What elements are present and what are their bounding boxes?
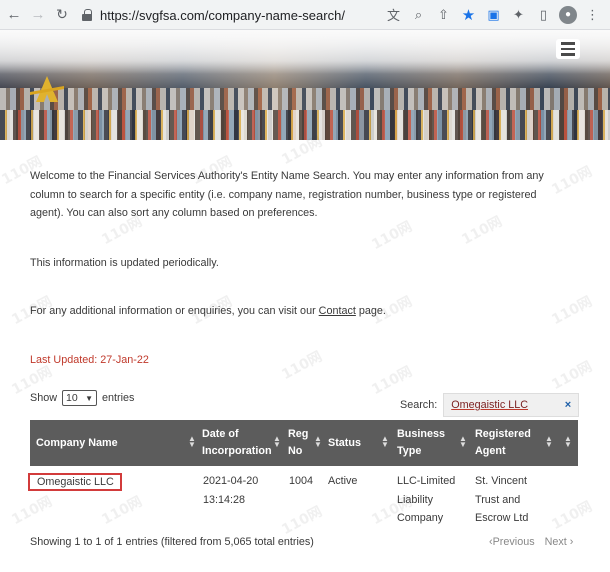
banner-city-lights (0, 110, 610, 140)
lock-icon (82, 9, 92, 21)
column-status[interactable]: Status (328, 420, 378, 466)
url-text[interactable]: https://svgfsa.com/company-name-search/ (100, 8, 345, 23)
puzzle-icon[interactable]: ✦ (509, 5, 528, 24)
sort-icon[interactable]: ▲ ▼ (314, 435, 322, 449)
bookmark-star-icon[interactable]: ★ (459, 5, 478, 24)
watermark: 110网 (279, 348, 325, 384)
next-button[interactable]: Next › (545, 536, 574, 548)
more-menu-icon[interactable]: ⋮ (583, 5, 602, 24)
search-value[interactable]: Omegaistic LLC (451, 399, 528, 411)
reload-icon[interactable]: ↻ (52, 5, 72, 25)
clear-search-icon[interactable]: × (565, 399, 571, 411)
column-registered-agent[interactable]: Registered Agent (475, 420, 535, 466)
sort-icon[interactable]: ▲ ▼ (188, 435, 196, 449)
extension-icon[interactable]: ▣ (484, 5, 503, 24)
address-bar[interactable]: https://svgfsa.com/company-name-search/ (82, 5, 370, 25)
column-reg-no[interactable]: Reg No (288, 420, 314, 466)
sort-icon[interactable]: ▲ ▼ (545, 435, 553, 449)
back-icon[interactable]: ← (4, 5, 24, 25)
last-updated: Last Updated: 27-Jan-22 (30, 354, 149, 366)
table-cell-date: 2021-04-20 13:14:28 (203, 475, 259, 506)
table-search: Search: Omegaistic LLC × (400, 393, 580, 417)
browser-toolbar: ← → ↻ https://svgfsa.com/company-name-se… (0, 0, 610, 30)
profile-avatar-icon[interactable]: ● (559, 5, 577, 24)
table-cell-business-type: LLC-Limited Liability Company (397, 475, 456, 524)
translate-icon[interactable]: 文 (384, 5, 403, 24)
forward-icon[interactable]: → (28, 5, 48, 25)
watermark: 110网 (549, 293, 595, 329)
watermark: 110网 (549, 358, 595, 394)
intro-paragraph: Welcome to the Financial Services Author… (30, 170, 544, 219)
page-length-control: Show 10 ▼ entries (30, 390, 134, 406)
chevron-down-icon: ▼ (85, 393, 94, 403)
contact-link[interactable]: Contact (319, 305, 356, 317)
table-header: Company Name ▲ ▼ Date of Incorporation ▲ ▼… (30, 420, 578, 466)
table-cell-registered-agent: St. Vincent Trust and Escrow Ltd (475, 475, 529, 524)
watermark: 110网 (9, 493, 55, 529)
hamburger-menu-icon[interactable] (556, 39, 580, 59)
watermark: 110网 (99, 493, 145, 529)
previous-button[interactable]: ‹Previous (489, 536, 535, 548)
update-note: This information is updated periodically… (30, 257, 219, 269)
fsa-logo-icon[interactable] (30, 76, 64, 104)
entries-select[interactable]: 10 ▼ (62, 390, 98, 406)
column-company-name[interactable]: Company Name (36, 420, 186, 466)
contact-paragraph: For any additional information or enquir… (30, 305, 386, 317)
watermark: 110网 (549, 498, 595, 534)
column-business-type[interactable]: Business Type (397, 420, 457, 466)
watermark: 110网 (279, 503, 325, 539)
table-info: Showing 1 to 1 of 1 entries (filtered fr… (30, 536, 314, 548)
column-date-of-incorporation[interactable]: Date of Incorporation (202, 420, 272, 466)
zoom-icon[interactable]: ⌕ (409, 5, 428, 24)
entries-label: entries (102, 392, 135, 404)
search-input[interactable]: Omegaistic LLC × (443, 393, 580, 417)
sort-icon[interactable]: ▲ ▼ (564, 435, 572, 449)
show-label: Show (30, 392, 58, 404)
sidebar-icon[interactable]: ▯ (534, 5, 553, 24)
table-cell-reg-no: 1004 (289, 475, 314, 487)
table-cell-status: Active (328, 475, 358, 487)
table-cell-company[interactable]: Omegaistic LLC (28, 473, 122, 491)
pagination: ‹Previous Next › (489, 536, 573, 548)
hero-banner (0, 30, 610, 140)
share-icon[interactable]: ⇧ (434, 5, 453, 24)
banner-haze (0, 30, 610, 74)
sort-icon[interactable]: ▲ ▼ (273, 435, 281, 449)
search-label: Search: (400, 399, 438, 411)
sort-icon[interactable]: ▲ ▼ (459, 435, 467, 449)
sort-icon[interactable]: ▲ ▼ (381, 435, 389, 449)
